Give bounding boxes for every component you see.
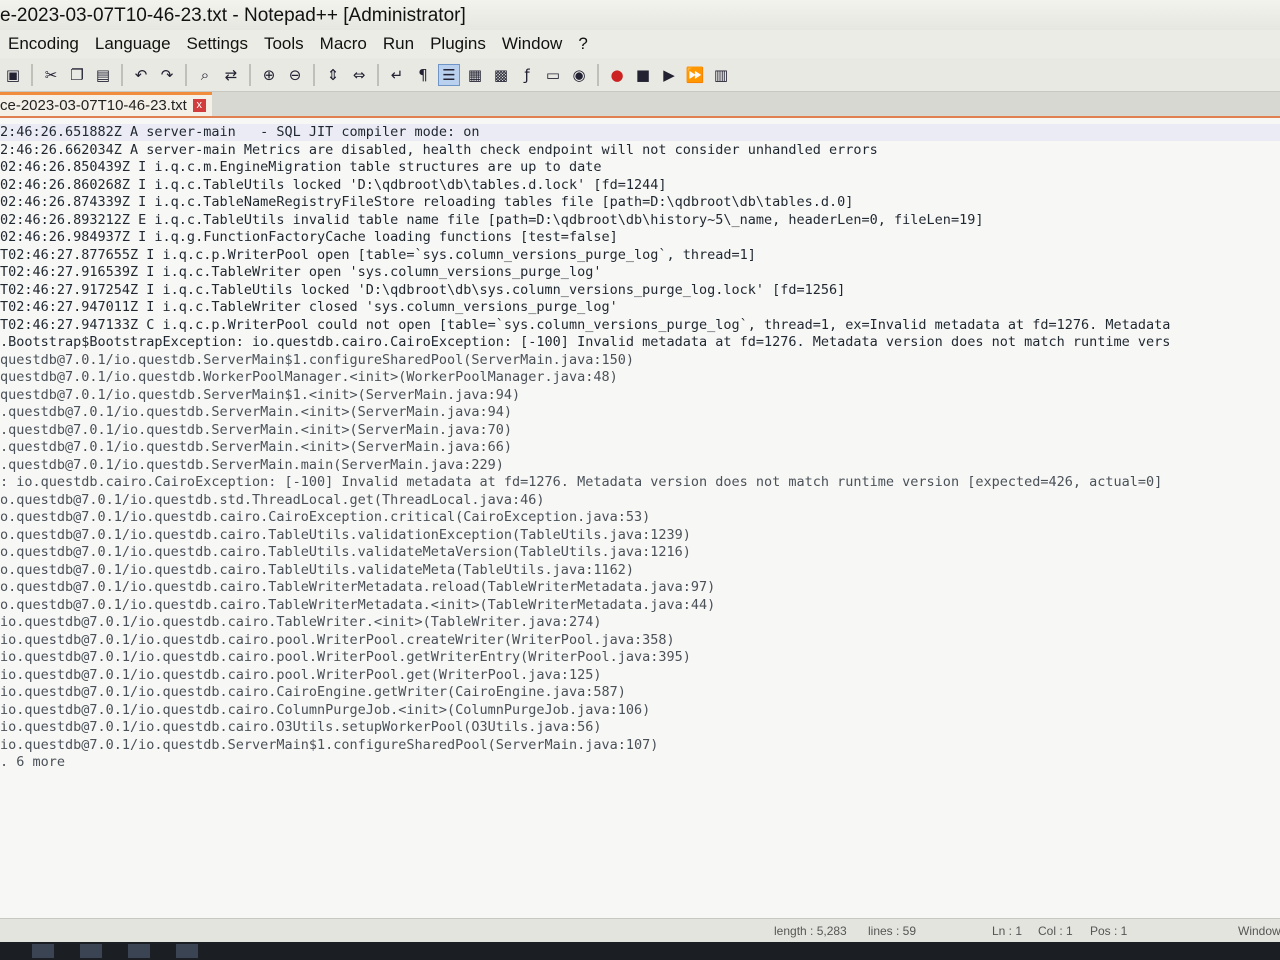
editor-line[interactable]: io.questdb@7.0.1/io.questdb.cairo.pool.W… [0, 667, 601, 684]
status-lines: lines : 59 [868, 924, 917, 938]
function-list-icon[interactable]: ƒ [516, 64, 538, 86]
word-wrap-icon[interactable]: ↵ [386, 64, 408, 86]
editor-area[interactable]: 2:46:26.651882Z A server-main - SQL JIT … [0, 118, 1280, 918]
cut-icon[interactable]: ✂ [40, 64, 62, 86]
menu-tools[interactable]: Tools [256, 34, 312, 54]
folder-workspace-icon[interactable]: ▭ [542, 64, 564, 86]
editor-line[interactable]: io.questdb@7.0.1/io.questdb.cairo.TableW… [0, 614, 601, 631]
taskbar-icon[interactable] [80, 944, 102, 958]
editor-line[interactable]: o.questdb@7.0.1/io.questdb.cairo.TableWr… [0, 597, 715, 614]
menu-run[interactable]: Run [375, 34, 422, 54]
find-icon[interactable]: ⌕ [194, 64, 216, 86]
editor-line[interactable]: io.questdb@7.0.1/io.questdb.ServerMain$1… [0, 737, 658, 754]
record-macro-icon[interactable]: ● [606, 64, 628, 86]
save-all-icon[interactable]: ▣ [2, 64, 24, 86]
editor-line[interactable]: .questdb@7.0.1/io.questdb.ServerMain.<in… [0, 422, 512, 439]
editor-line[interactable]: .questdb@7.0.1/io.questdb.ServerMain.mai… [0, 457, 504, 474]
taskbar [0, 942, 1280, 960]
tab-bar: ce-2023-03-07T10-46-23.txt x [0, 92, 1280, 118]
replace-icon[interactable]: ⇄ [220, 64, 242, 86]
editor-line[interactable]: 02:46:26.850439Z I i.q.c.m.EngineMigrati… [0, 159, 601, 176]
editor-line[interactable]: io.questdb@7.0.1/io.questdb.cairo.CairoE… [0, 684, 626, 701]
toolbar-separator [377, 63, 379, 86]
editor-line[interactable]: o.questdb@7.0.1/io.questdb.std.ThreadLoc… [0, 492, 545, 509]
doc-map-icon[interactable]: ▩ [490, 64, 512, 86]
save-macro-icon[interactable]: ▥ [710, 64, 732, 86]
status-position: Pos : 1 [1090, 924, 1128, 938]
zoom-in-icon[interactable]: ⊕ [258, 64, 280, 86]
editor-line[interactable]: o.questdb@7.0.1/io.questdb.cairo.TableUt… [0, 562, 634, 579]
editor-line[interactable]: T02:46:27.877655Z I i.q.c.p.WriterPool o… [0, 247, 756, 264]
status-column: Col : 1 [1038, 924, 1073, 938]
undo-icon[interactable]: ↶ [130, 64, 152, 86]
editor-line[interactable]: : io.questdb.cairo.CairoException: [-100… [0, 474, 1162, 491]
title-bar: e-2023-03-07T10-46-23.txt - Notepad++ [A… [0, 0, 1280, 32]
taskbar-icon[interactable] [32, 944, 54, 958]
editor-line[interactable]: 02:46:26.893212Z E i.q.c.TableUtils inva… [0, 212, 983, 229]
editor-line[interactable]: o.questdb@7.0.1/io.questdb.cairo.TableUt… [0, 527, 691, 544]
play-macro-icon[interactable]: ▶ [658, 64, 680, 86]
editor-line[interactable]: T02:46:27.947011Z I i.q.c.TableWriter cl… [0, 299, 618, 316]
editor-line[interactable]: T02:46:27.917254Z I i.q.c.TableUtils loc… [0, 282, 845, 299]
tab-label: ce-2023-03-07T10-46-23.txt [0, 97, 187, 114]
status-length: length : 5,283 [774, 924, 847, 938]
editor-line[interactable]: 2:46:26.662034Z A server-main Metrics ar… [0, 142, 878, 159]
menu-encoding[interactable]: Encoding [0, 34, 87, 54]
menu-settings[interactable]: Settings [179, 34, 256, 54]
editor-line[interactable]: .questdb@7.0.1/io.questdb.ServerMain.<in… [0, 404, 512, 421]
sync-v-icon[interactable]: ⇕ [322, 64, 344, 86]
editor-line[interactable]: o.questdb@7.0.1/io.questdb.cairo.CairoEx… [0, 509, 650, 526]
editor-line[interactable]: io.questdb@7.0.1/io.questdb.cairo.pool.W… [0, 649, 691, 666]
lang-icon[interactable]: ▦ [464, 64, 486, 86]
toolbar: ▣ ✂ ❐ ▤ ↶ ↷ ⌕ ⇄ ⊕ ⊖ ⇕ ⇔ ↵ ¶ ☰ ▦ ▩ ƒ ▭ ◉ … [0, 58, 1280, 92]
stop-macro-icon[interactable]: ■ [632, 64, 654, 86]
editor-line[interactable]: 02:46:26.984937Z I i.q.g.FunctionFactory… [0, 229, 618, 246]
editor-line[interactable]: io.questdb@7.0.1/io.questdb.cairo.Column… [0, 702, 650, 719]
menu-language[interactable]: Language [87, 34, 179, 54]
window-title: e-2023-03-07T10-46-23.txt - Notepad++ [A… [0, 5, 466, 26]
taskbar-icon[interactable] [176, 944, 198, 958]
editor-line[interactable]: 2:46:26.651882Z A server-main - SQL JIT … [0, 124, 1280, 141]
editor-line[interactable]: .Bootstrap$BootstrapException: io.questd… [0, 334, 1170, 351]
taskbar-icon[interactable] [128, 944, 150, 958]
status-line: Ln : 1 [992, 924, 1023, 938]
editor-line[interactable]: T02:46:27.916539Z I i.q.c.TableWriter op… [0, 264, 601, 281]
editor-line[interactable]: io.questdb@7.0.1/io.questdb.cairo.O3Util… [0, 719, 601, 736]
editor-line[interactable]: questdb@7.0.1/io.questdb.WorkerPoolManag… [0, 369, 618, 386]
menu-macro[interactable]: Macro [312, 34, 375, 54]
menu-plugins[interactable]: Plugins [422, 34, 494, 54]
paste-icon[interactable]: ▤ [92, 64, 114, 86]
show-all-chars-icon[interactable]: ¶ [412, 64, 434, 86]
toolbar-separator [249, 63, 251, 86]
editor-line[interactable]: questdb@7.0.1/io.questdb.ServerMain$1.co… [0, 352, 634, 369]
editor-line[interactable]: o.questdb@7.0.1/io.questdb.cairo.TableUt… [0, 544, 691, 561]
copy-icon[interactable]: ❐ [66, 64, 88, 86]
editor-line[interactable]: questdb@7.0.1/io.questdb.ServerMain$1.<i… [0, 387, 520, 404]
tab-log-file[interactable]: ce-2023-03-07T10-46-23.txt x [0, 92, 212, 116]
toolbar-separator [313, 63, 315, 86]
indent-guide-icon[interactable]: ☰ [438, 63, 460, 86]
menu-window[interactable]: Window [494, 34, 570, 54]
editor-line[interactable]: . 6 more [0, 754, 65, 771]
editor-line[interactable]: .questdb@7.0.1/io.questdb.ServerMain.<in… [0, 439, 512, 456]
editor-line[interactable]: T02:46:27.947133Z C i.q.c.p.WriterPool c… [0, 317, 1170, 334]
toolbar-separator [597, 63, 599, 86]
run-multiple-macro-icon[interactable]: ⏩ [684, 64, 706, 86]
monitor-icon[interactable]: ◉ [568, 64, 590, 86]
status-bar: length : 5,283 lines : 59 Ln : 1 Col : 1… [0, 918, 1280, 943]
zoom-out-icon[interactable]: ⊖ [284, 64, 306, 86]
redo-icon[interactable]: ↷ [156, 64, 178, 86]
toolbar-separator [121, 63, 123, 86]
sync-h-icon[interactable]: ⇔ [348, 64, 370, 86]
toolbar-separator [31, 63, 33, 86]
menu-bar: Encoding Language Settings Tools Macro R… [0, 30, 1280, 58]
editor-line[interactable]: 02:46:26.860268Z I i.q.c.TableUtils lock… [0, 177, 666, 194]
status-eol: Window [1238, 924, 1280, 938]
menu-help[interactable]: ? [570, 34, 595, 54]
editor-line[interactable]: 02:46:26.874339Z I i.q.c.TableNameRegist… [0, 194, 853, 211]
editor-line[interactable]: o.questdb@7.0.1/io.questdb.cairo.TableWr… [0, 579, 715, 596]
toolbar-separator [185, 63, 187, 86]
close-icon[interactable]: x [192, 99, 206, 112]
editor-line[interactable]: io.questdb@7.0.1/io.questdb.cairo.pool.W… [0, 632, 675, 649]
